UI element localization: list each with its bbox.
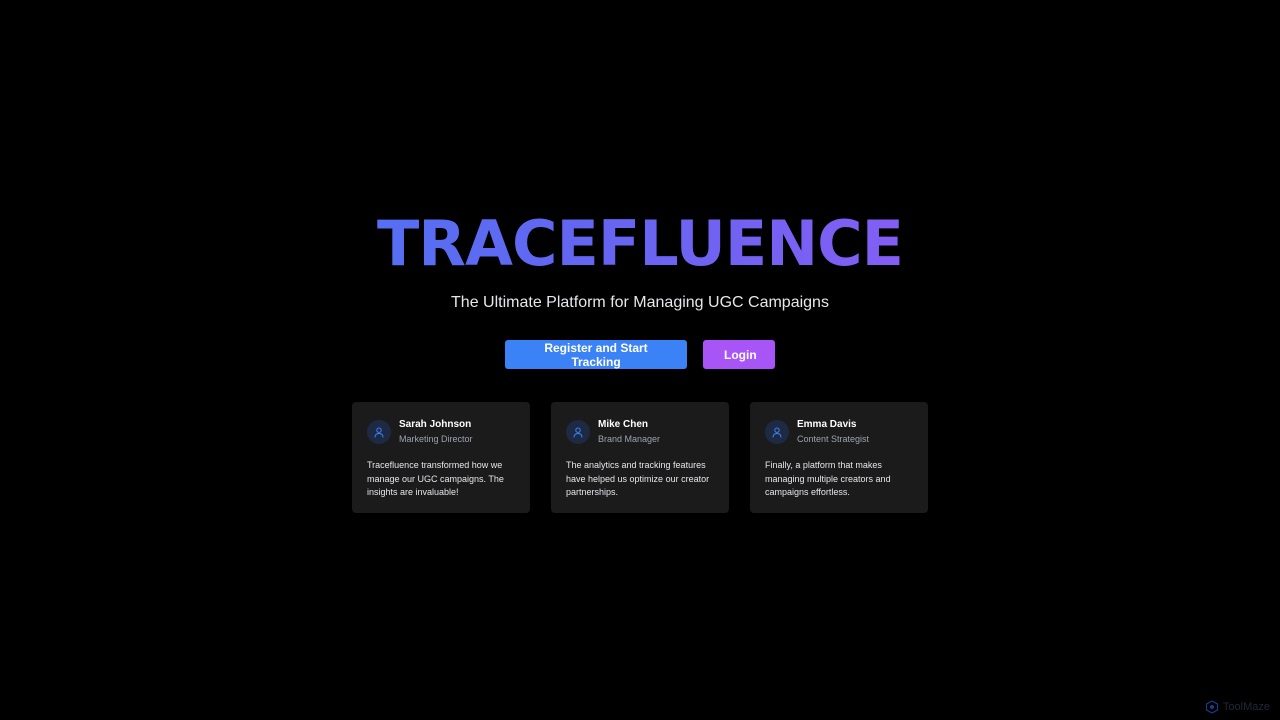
landing-page: TRACEFLUENCE The Ultimate Platform for M…	[0, 0, 1280, 720]
watermark: ToolMaze	[1205, 700, 1270, 714]
testimonial-quote: Finally, a platform that makes managing …	[765, 460, 891, 497]
testimonials: Sarah Johnson Marketing Director Tracefl…	[352, 402, 928, 513]
testimonial-name: Emma Davis	[797, 419, 857, 430]
testimonial-quote: The analytics and tracking features have…	[566, 460, 710, 497]
login-button[interactable]: Login	[703, 340, 775, 369]
testimonial-role: Brand Manager	[598, 434, 661, 444]
testimonial-card: Emma Davis Content Strategist Finally, a…	[750, 402, 928, 513]
testimonial-header: Sarah Johnson Marketing Director	[367, 418, 515, 445]
testimonial-name: Sarah Johnson	[399, 419, 472, 430]
testimonial-card: Mike Chen Brand Manager The analytics an…	[551, 402, 729, 513]
hero-actions: Register and Start Tracking Login	[0, 340, 1280, 369]
testimonial-role: Content Strategist	[797, 434, 870, 444]
testimonial-quote: Tracefluence transformed how we manage o…	[367, 460, 504, 497]
user-icon	[566, 420, 590, 444]
brand-title: TRACEFLUENCE	[0, 206, 1280, 282]
hero-subtitle: The Ultimate Platform for Managing UGC C…	[451, 294, 829, 311]
watermark-text: ToolMaze	[1222, 701, 1270, 713]
testimonial-name: Mike Chen	[598, 419, 649, 430]
user-icon	[765, 420, 789, 444]
testimonial-card: Sarah Johnson Marketing Director Tracefl…	[352, 402, 530, 513]
register-button[interactable]: Register and Start Tracking	[505, 340, 687, 369]
testimonial-role: Marketing Director	[399, 434, 473, 444]
testimonial-header: Mike Chen Brand Manager	[566, 418, 714, 445]
testimonial-header: Emma Davis Content Strategist	[765, 418, 913, 445]
toolmaze-logo-icon	[1205, 700, 1219, 714]
user-icon	[367, 420, 391, 444]
